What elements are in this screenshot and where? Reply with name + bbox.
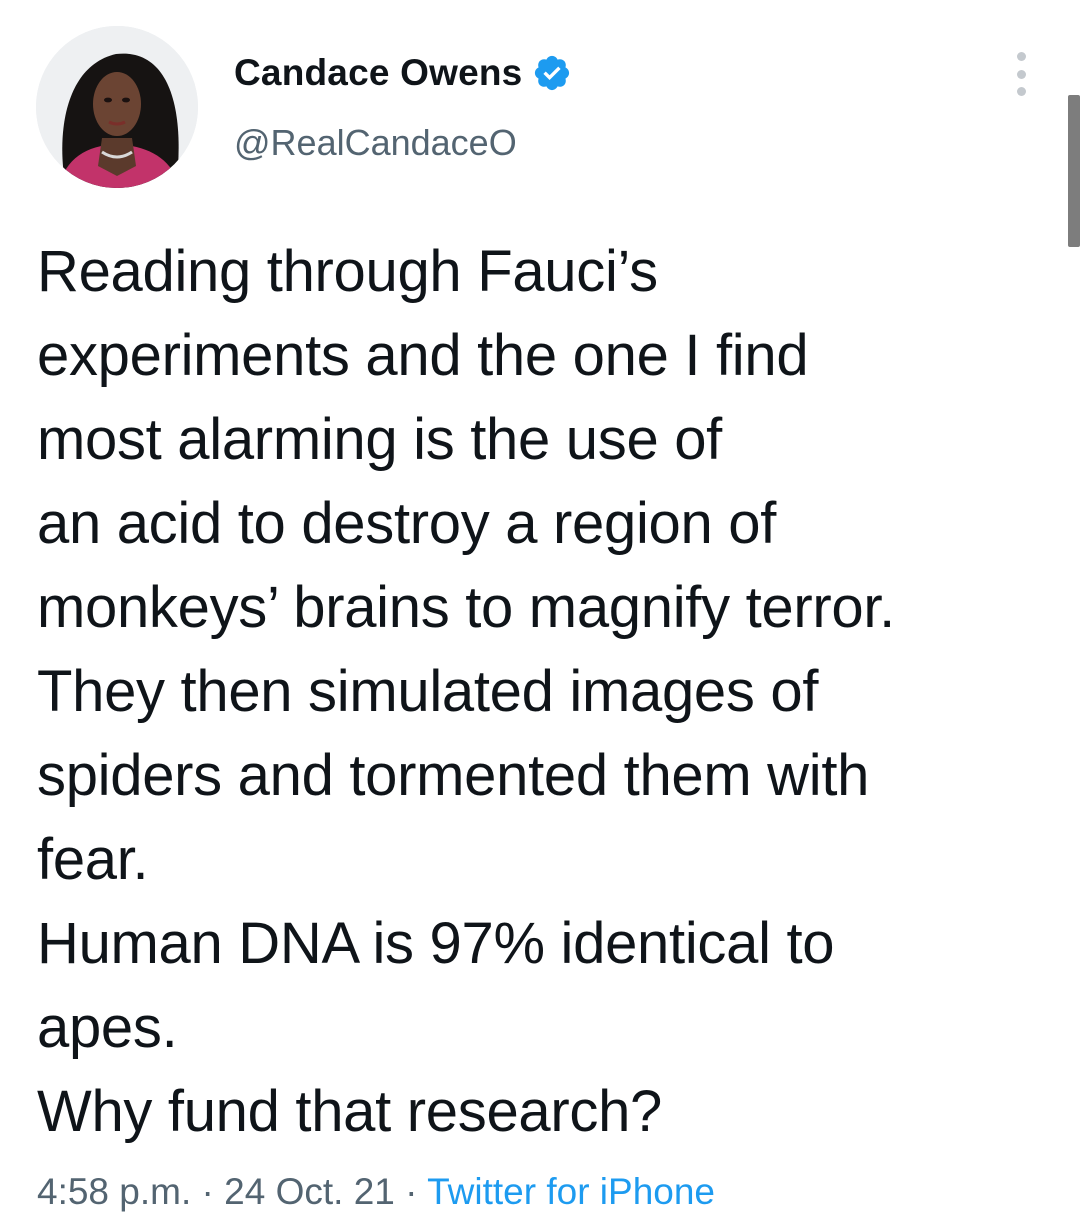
tweet-line: spiders and tormented them with: [37, 743, 870, 808]
tweet-date[interactable]: 24 Oct. 21: [224, 1171, 395, 1212]
tweet-line: an acid to destroy a region of: [37, 491, 777, 556]
tweet-line: They then simulated images of: [37, 659, 819, 724]
tweet-line: apes.: [37, 995, 178, 1060]
tweet-line: fear.: [37, 827, 149, 892]
more-dot: [1016, 52, 1026, 61]
tweet-line: most alarming is the use of: [37, 407, 722, 472]
tweet-time[interactable]: 4:58 p.m.: [37, 1171, 191, 1212]
tweet-line: Why fund that research?: [37, 1079, 662, 1144]
verified-badge-icon: [532, 53, 572, 93]
scrollbar[interactable]: [1068, 95, 1080, 247]
tweet-line: monkeys’ brains to magnify terror.: [37, 575, 895, 640]
tweet-text: Reading through Fauci’s experiments and …: [37, 230, 1067, 1154]
author-name-row[interactable]: Candace Owens: [234, 50, 572, 96]
author-handle[interactable]: @RealCandaceO: [234, 122, 517, 164]
more-dot: [1016, 87, 1026, 96]
tweet-line: Reading through Fauci’s: [37, 239, 658, 304]
tweet-source-link[interactable]: Twitter for iPhone: [427, 1171, 715, 1212]
more-options-icon[interactable]: [1004, 52, 1038, 96]
avatar[interactable]: [36, 26, 198, 188]
avatar-image: [36, 26, 198, 188]
tweet-line: Human DNA is 97% identical to: [37, 911, 835, 976]
meta-separator: ·: [394, 1171, 428, 1212]
author-name[interactable]: Candace Owens: [234, 52, 522, 94]
meta-separator: ·: [191, 1171, 225, 1212]
more-dot: [1016, 69, 1026, 79]
tweet-line: experiments and the one I find: [37, 323, 809, 388]
tweet-meta: 4:58 p.m. · 24 Oct. 21 · Twitter for iPh…: [37, 1166, 715, 1218]
